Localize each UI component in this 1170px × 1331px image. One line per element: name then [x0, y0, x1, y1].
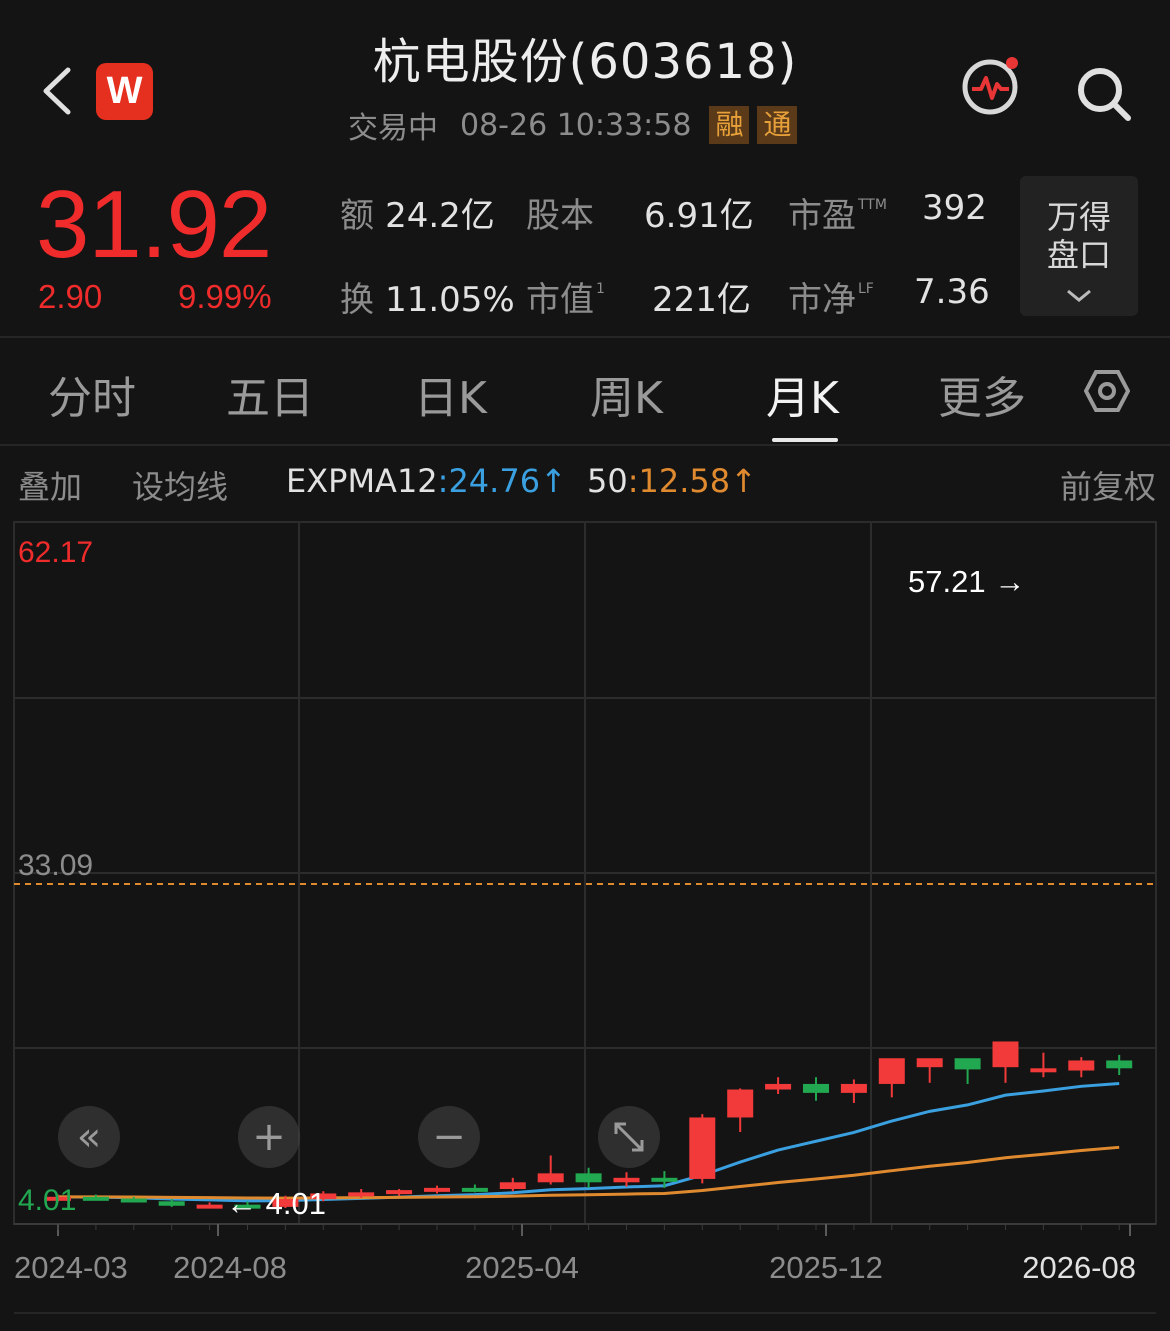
candle-body: [1106, 1060, 1133, 1069]
fullscreen-button[interactable]: [598, 1106, 660, 1168]
candlestick-chart[interactable]: 62.17 33.09 4.01 57.21 → ← 4.01 2024-03 2024-0…: [0, 515, 1170, 1331]
candle-body: [386, 1190, 413, 1195]
candle-body: [689, 1117, 716, 1179]
order-book-button[interactable]: 万得 盘口: [1020, 176, 1138, 316]
trading-status: 交易中: [348, 111, 438, 146]
candle-body: [613, 1177, 640, 1183]
stat-mcap-label: 市值 1: [526, 280, 605, 320]
timestamp: 08-26 10:33:58: [460, 107, 692, 143]
last-price: 31.92: [36, 171, 272, 278]
chevron-down-icon: [1067, 289, 1091, 302]
adjust-button[interactable]: 前复权: [1060, 462, 1156, 508]
x-tick-label: 2024-08: [173, 1250, 287, 1285]
stat-value: 11.05%: [385, 280, 515, 320]
price-change-percent: 9.99%: [178, 278, 272, 315]
x-tick-label: 2024-03: [14, 1250, 128, 1285]
connect-tag[interactable]: 通: [757, 106, 798, 144]
status-row: 交易中 08-26 10:33:58 融 通: [348, 104, 798, 146]
stat-amount: 额 24.2亿: [340, 188, 495, 237]
y-min-label: 4.01: [18, 1184, 76, 1217]
candle-body: [992, 1041, 1019, 1068]
scroll-left-button[interactable]: «: [58, 1106, 120, 1168]
high-marker: 57.21 →: [908, 564, 1025, 599]
candle-body: [537, 1173, 564, 1183]
stat-pb-value: 7.36: [914, 272, 990, 312]
candle-body: [82, 1196, 109, 1201]
pulse-button[interactable]: [960, 56, 1022, 118]
candle-body: [1068, 1060, 1095, 1071]
tab-daily-k[interactable]: 日K: [414, 362, 487, 426]
candle-body: [575, 1173, 602, 1183]
stat-turnover: 换 11.05%: [340, 272, 515, 321]
margin-tag[interactable]: 融: [709, 106, 750, 144]
chart-settings-button[interactable]: [1083, 368, 1131, 418]
candle-body: [878, 1058, 905, 1084]
candle-body: [424, 1187, 450, 1192]
ema50-value: 12.58: [638, 462, 731, 500]
settings-hexagon-icon: [1083, 370, 1131, 412]
candle-body: [158, 1201, 185, 1206]
search-button[interactable]: [1074, 64, 1134, 124]
x-tick-label: 2025-12: [769, 1250, 883, 1285]
x-tick-label: 2025-04: [465, 1250, 579, 1285]
candle-body: [1030, 1068, 1057, 1073]
y-mid-label: 33.09: [18, 849, 93, 882]
stat-pe-value: 392: [922, 188, 987, 228]
tab-monthly-k[interactable]: 月K: [766, 362, 839, 426]
ema12-value: 24.76: [448, 462, 541, 500]
tab-intraday[interactable]: 分时: [48, 362, 136, 426]
candle-body: [803, 1083, 829, 1093]
stat-label: 换: [340, 280, 374, 320]
stat-share-value: 6.91亿: [644, 196, 754, 236]
minus-icon: −: [432, 1114, 466, 1160]
tab-more[interactable]: 更多: [938, 362, 1026, 426]
stat-pe-label: 市盈 TTM: [788, 196, 887, 236]
candle-body: [916, 1058, 943, 1068]
candles: [45, 1041, 1133, 1209]
y-max-label: 62.17: [18, 536, 93, 569]
candle-body: [651, 1177, 678, 1182]
ema12-label: EXPMA12: [286, 462, 438, 500]
stat-pb-label: 市净 LF: [788, 280, 874, 320]
arrow-up-icon: ↑: [730, 462, 757, 500]
candle-body: [765, 1083, 792, 1090]
arrow-up-icon: ↑: [540, 462, 567, 500]
zoom-in-button[interactable]: +: [238, 1106, 300, 1168]
ema-legend[interactable]: EXPMA12:24.76↑ 50:12.58↑: [286, 462, 757, 500]
tab-weekly-k[interactable]: 周K: [590, 362, 663, 426]
panel-label-1: 万得: [1046, 198, 1111, 236]
candle-body: [499, 1182, 526, 1189]
pulse-icon: [962, 57, 1018, 115]
chart-labels: 62.17 33.09 4.01 57.21 → ← 4.01 2024-03 2024-0…: [14, 536, 1136, 1285]
candle-body: [461, 1187, 488, 1192]
low-marker: ← 4.01: [226, 1186, 326, 1221]
x-tick-label: 2026-08: [1022, 1250, 1136, 1285]
stat-value: 24.2亿: [385, 196, 495, 236]
overlay-button[interactable]: 叠加: [18, 462, 82, 508]
divider: [0, 444, 1170, 446]
active-tab-indicator: [772, 438, 838, 442]
plus-icon: +: [252, 1114, 286, 1160]
divider: [0, 336, 1170, 338]
double-chevron-left-icon: «: [76, 1114, 102, 1160]
candle-body: [348, 1192, 375, 1197]
set-ma-button[interactable]: 设均线: [132, 462, 228, 508]
price-change: 2.90: [38, 278, 103, 315]
candle-body: [727, 1089, 754, 1118]
zoom-out-button[interactable]: −: [418, 1106, 480, 1168]
stat-label: 额: [340, 196, 374, 236]
candle-body: [840, 1083, 867, 1093]
candle-body: [196, 1204, 223, 1209]
panel-label-2: 盘口: [1046, 236, 1111, 274]
tab-five-day[interactable]: 五日: [226, 362, 314, 426]
expand-icon: [614, 1122, 644, 1152]
search-icon: [1078, 68, 1131, 121]
stat-mcap-value: 221亿: [652, 280, 751, 320]
candle-body: [954, 1058, 981, 1070]
ema50-label: 50: [587, 462, 628, 500]
stat-share-label: 股本: [526, 196, 594, 236]
candle-body: [120, 1198, 147, 1203]
